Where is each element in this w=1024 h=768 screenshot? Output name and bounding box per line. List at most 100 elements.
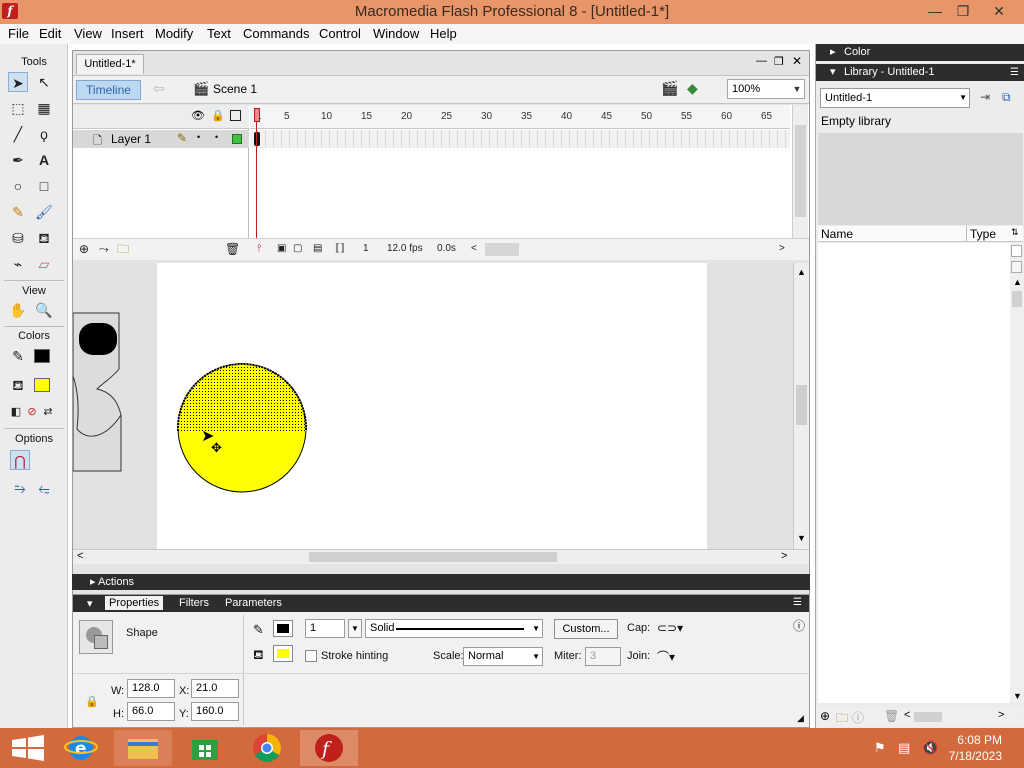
lasso-tool-icon[interactable]: ϙ	[34, 124, 54, 144]
color-panel-header[interactable]: ▸ Color	[816, 44, 1024, 61]
rectangle-tool-icon[interactable]: □	[34, 176, 54, 196]
zoom-tool-icon[interactable]: 🔍	[34, 300, 54, 320]
onion-skin-outlines-icon[interactable]: ▢	[293, 242, 302, 257]
timeline-hscroll-thumb[interactable]	[485, 243, 519, 256]
edit-multiple-frames-icon[interactable]: ▤	[313, 242, 322, 257]
lock-dot-icon[interactable]: •	[215, 132, 218, 142]
height-input[interactable]: 66.0	[127, 702, 175, 721]
sort-icon[interactable]: ⇅	[1011, 227, 1019, 238]
frame-rate[interactable]: 12.0 fps	[387, 242, 423, 257]
edit-scene-icon[interactable]: 🎬	[661, 80, 678, 97]
ink-bottle-tool-icon[interactable]: ⛁	[8, 228, 28, 248]
scroll-left-icon[interactable]: <	[77, 550, 83, 562]
menu-text[interactable]: Text	[207, 26, 231, 41]
outline-icon[interactable]	[230, 110, 241, 121]
gradient-transform-tool-icon[interactable]: ▦	[34, 98, 54, 118]
miter-input[interactable]: 3	[585, 647, 621, 666]
library-vscroll-thumb[interactable]	[1012, 291, 1022, 307]
scroll-up-icon[interactable]: ▲	[1013, 277, 1022, 287]
frame-cells[interactable]	[250, 130, 790, 148]
panel-menu-icon[interactable]: ☰	[793, 597, 802, 608]
col-type[interactable]: Type	[970, 227, 996, 241]
edit-symbols-icon[interactable]: ◆	[687, 80, 698, 97]
layer-outline-color-icon[interactable]	[232, 134, 242, 144]
menu-commands[interactable]: Commands	[243, 26, 309, 41]
zoom-select[interactable]: 100% ▼	[727, 79, 805, 99]
timeline-vscroll-thumb[interactable]	[795, 125, 806, 217]
eye-icon[interactable]: 👁	[191, 109, 205, 122]
menu-window[interactable]: Window	[373, 26, 419, 41]
doc-restore-icon[interactable]: ❐	[774, 55, 784, 68]
modify-onion-markers-icon[interactable]: ⟦⟧	[335, 242, 345, 257]
document-tab[interactable]: Untitled-1*	[76, 54, 144, 74]
eraser-tool-icon[interactable]: ▱	[34, 254, 54, 274]
file-explorer-icon[interactable]	[114, 730, 172, 766]
visible-dot-icon[interactable]: •	[197, 132, 200, 142]
stage-vscroll[interactable]: ▲ ▼	[793, 263, 809, 549]
scroll-down-icon[interactable]: ▼	[797, 533, 806, 543]
x-input[interactable]: 21.0	[191, 679, 239, 698]
text-tool-icon[interactable]: A	[34, 150, 54, 170]
library-list[interactable]	[818, 243, 1010, 703]
tab-properties[interactable]: Properties	[105, 596, 164, 610]
new-folder-icon[interactable]: 🗀	[836, 709, 848, 730]
resize-grip-icon[interactable]: ◢	[797, 713, 804, 724]
properties-icon[interactable]: ⓘ	[852, 709, 864, 726]
fill-color-picker[interactable]	[273, 645, 293, 662]
stroke-hinting-checkbox[interactable]	[305, 650, 317, 662]
chrome-icon[interactable]	[238, 730, 296, 766]
menu-modify[interactable]: Modify	[155, 26, 193, 41]
lock-icon[interactable]: 🔒	[211, 109, 225, 122]
oval-tool-icon[interactable]: ○	[8, 176, 28, 196]
doc-minimize-icon[interactable]: —	[756, 55, 767, 67]
help-icon[interactable]: ⓘ	[793, 617, 805, 634]
smooth-icon[interactable]: ⥲	[10, 478, 30, 498]
new-symbol-icon[interactable]: ⊕	[820, 709, 830, 723]
scroll-left-icon[interactable]: <	[471, 242, 477, 257]
library-vscroll[interactable]: ▲ ▼	[1010, 243, 1024, 703]
menu-control[interactable]: Control	[319, 26, 361, 41]
panel-menu-icon[interactable]: ☰	[1010, 64, 1019, 81]
doc-close-icon[interactable]: ✕	[792, 54, 802, 68]
library-document-select[interactable]: Untitled-1 ▼	[820, 88, 970, 108]
pencil-tool-icon[interactable]: ✎	[8, 202, 28, 222]
timeline-toggle-button[interactable]: Timeline	[76, 80, 141, 100]
custom-stroke-button[interactable]: Custom...	[554, 619, 618, 639]
start-button[interactable]	[0, 730, 58, 766]
volume-muted-icon[interactable]: 🔇	[922, 740, 938, 756]
pin-library-icon[interactable]: ⇥	[980, 90, 990, 104]
scroll-right-icon[interactable]: >	[779, 242, 785, 257]
stroke-height-dropdown[interactable]: ▼	[348, 619, 362, 638]
tab-filters[interactable]: Filters	[179, 597, 209, 609]
scale-select[interactable]: Normal ▼	[463, 647, 543, 666]
layer-row[interactable]: 🗋 Layer 1 ✎ • •	[73, 130, 249, 148]
narrow-view-icon[interactable]	[1011, 261, 1022, 273]
stage-hscroll[interactable]: < >	[73, 549, 809, 564]
scroll-left-icon[interactable]: <	[904, 709, 910, 721]
library-hscroll-thumb[interactable]	[914, 712, 942, 722]
free-transform-tool-icon[interactable]: ⬚	[8, 98, 28, 118]
stage-area[interactable]: ➤ ✥	[73, 263, 793, 549]
store-icon[interactable]	[176, 730, 234, 766]
col-name[interactable]: Name	[821, 227, 853, 241]
frame-ruler[interactable]: 1 5 10 15 20 25 30 35 40 45 50 55 60 65	[250, 105, 790, 129]
line-tool-icon[interactable]: ╱	[8, 124, 28, 144]
restore-button[interactable]: ❐	[948, 0, 978, 22]
tab-parameters[interactable]: Parameters	[225, 597, 282, 609]
minimize-button[interactable]: —	[920, 0, 950, 22]
menu-insert[interactable]: Insert	[111, 26, 144, 41]
lock-ratio-icon[interactable]: 🔒	[85, 695, 99, 708]
center-frame-icon[interactable]: ⫯	[257, 242, 261, 257]
back-arrow-icon[interactable]: ⇦	[153, 80, 165, 97]
add-motion-guide-icon[interactable]: ⤳	[99, 242, 109, 257]
stroke-style-select[interactable]: Solid ▼	[365, 619, 543, 638]
menu-file[interactable]: File	[8, 26, 29, 41]
swap-colors-icon[interactable]: ⇄	[38, 402, 58, 422]
fill-color-swatch[interactable]	[34, 378, 50, 392]
action-center-flag-icon[interactable]: ⚑	[874, 740, 886, 756]
subselection-tool-icon[interactable]: ↖	[34, 72, 54, 92]
join-select-icon[interactable]: ⌒▾	[657, 648, 675, 665]
stage-hscroll-thumb[interactable]	[309, 552, 557, 562]
layer-name[interactable]: Layer 1	[111, 132, 151, 146]
stroke-color-swatch[interactable]	[34, 349, 50, 363]
